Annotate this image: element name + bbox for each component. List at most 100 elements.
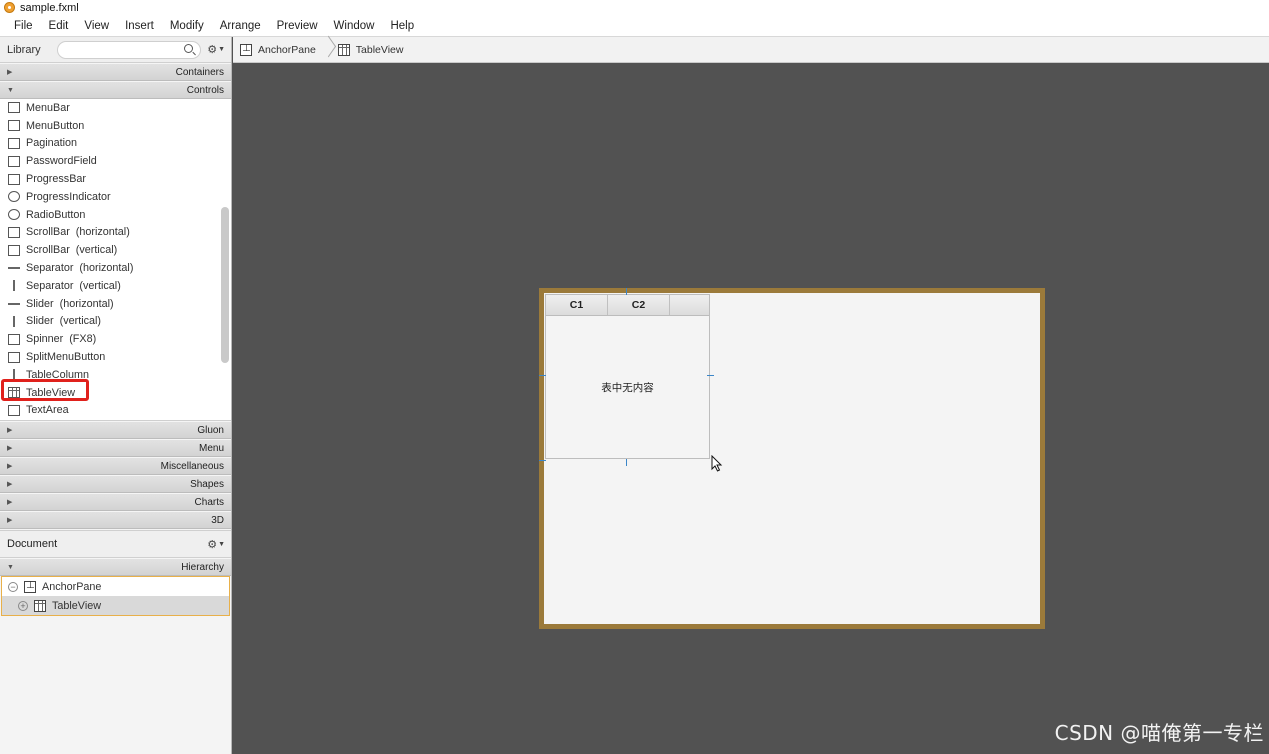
library-item-splitmenubutton[interactable]: SplitMenuButton: [0, 348, 231, 366]
menu-insert[interactable]: Insert: [117, 20, 162, 32]
section-controls[interactable]: ▼ Controls: [0, 81, 231, 99]
library-item-scrollbar-horizontal[interactable]: ScrollBar (horizontal): [0, 224, 231, 242]
menu-bar: File Edit View Insert Modify Arrange Pre…: [0, 15, 1269, 37]
library-item-separator-vertical[interactable]: Separator (vertical): [0, 277, 231, 295]
slider-horizontal-icon: [8, 302, 20, 305]
collapsed-arrow-icon: ▶: [7, 69, 13, 76]
hierarchy-tree: − AnchorPane + TableView: [1, 576, 230, 616]
controls-scrollbar-thumb[interactable]: [221, 207, 229, 363]
section-gluon[interactable]: ▶ Gluon: [0, 421, 231, 439]
breadcrumb-item-anchorpane[interactable]: AnchorPane: [240, 43, 316, 56]
tableview-icon: [8, 387, 20, 399]
scrollbar-vertical-icon: [8, 244, 20, 256]
table-view-preview[interactable]: C1 C2 表中无内容: [545, 294, 710, 459]
section-label: Hierarchy: [181, 561, 224, 573]
title-bar: sample.fxml: [0, 0, 1269, 15]
collapsed-arrow-icon: ▶: [7, 427, 13, 434]
menu-preview[interactable]: Preview: [269, 20, 326, 32]
progressbar-icon: [8, 173, 20, 185]
section-3d[interactable]: ▶ 3D: [0, 511, 231, 529]
library-item-spinner[interactable]: Spinner (FX8): [0, 330, 231, 348]
menu-view[interactable]: View: [76, 20, 117, 32]
section-containers[interactable]: ▶ Containers: [0, 63, 231, 81]
library-item-scrollbar-vertical[interactable]: ScrollBar (vertical): [0, 241, 231, 259]
column-header-c1[interactable]: C1: [546, 295, 608, 315]
collapsed-arrow-icon: ▶: [7, 499, 13, 506]
library-header: Library ⚙ ▼: [0, 37, 231, 63]
column-header-c2[interactable]: C2: [608, 295, 670, 315]
separator-horizontal-icon: [8, 267, 20, 270]
left-panel: Library ⚙ ▼ ▶ Containers ▼ Controls MenuB…: [0, 37, 232, 754]
library-item-progressindicator[interactable]: ProgressIndicator: [0, 188, 231, 206]
section-label: Containers: [175, 66, 224, 78]
table-placeholder: 表中无内容: [601, 381, 654, 394]
resize-handle-top[interactable]: [626, 288, 627, 295]
library-item-tableview[interactable]: TableView: [0, 384, 231, 402]
section-miscellaneous[interactable]: ▶ Miscellaneous: [0, 457, 231, 475]
section-label: Shapes: [190, 478, 224, 490]
textarea-icon: [8, 404, 20, 416]
collapsed-arrow-icon: ▶: [7, 481, 13, 488]
menu-arrange[interactable]: Arrange: [212, 20, 269, 32]
section-label: Charts: [194, 496, 224, 508]
resize-handle-bottom-left[interactable]: [539, 460, 546, 461]
table-header: C1 C2: [546, 295, 709, 316]
menu-window[interactable]: Window: [326, 20, 383, 32]
tableview-icon: [337, 43, 350, 56]
library-item-slider-vertical[interactable]: Slider (vertical): [0, 313, 231, 331]
section-shapes[interactable]: ▶ Shapes: [0, 475, 231, 493]
collapse-toggle-icon[interactable]: −: [8, 581, 18, 592]
resize-handle-bottom[interactable]: [626, 459, 627, 466]
library-item-slider-horizontal[interactable]: Slider (horizontal): [0, 295, 231, 313]
menu-help[interactable]: Help: [382, 20, 422, 32]
gear-icon: ⚙: [207, 44, 218, 56]
breadcrumb-item-tableview[interactable]: TableView: [337, 43, 403, 56]
section-hierarchy[interactable]: ▼ Hierarchy: [0, 558, 231, 576]
library-item-pagination[interactable]: Pagination: [0, 135, 231, 153]
menubar-icon: [8, 102, 20, 114]
dropdown-arrow-icon: ▼: [218, 46, 225, 53]
resize-handle-left[interactable]: [539, 375, 546, 376]
anchor-pane-preview[interactable]: C1 C2 表中无内容: [539, 288, 1045, 629]
collapsed-arrow-icon: ▶: [7, 463, 13, 470]
section-menu[interactable]: ▶ Menu: [0, 439, 231, 457]
library-item-textarea[interactable]: TextArea: [0, 402, 231, 420]
window-title: sample.fxml: [20, 1, 79, 14]
library-item-progressbar[interactable]: ProgressBar: [0, 170, 231, 188]
radiobutton-icon: [8, 209, 20, 221]
section-label: Gluon: [197, 424, 224, 436]
menu-edit[interactable]: Edit: [41, 20, 77, 32]
search-icon: [183, 43, 193, 53]
tree-item-tableview[interactable]: + TableView: [2, 596, 229, 615]
spinner-icon: [8, 333, 20, 345]
library-item-separator-horizontal[interactable]: Separator (horizontal): [0, 259, 231, 277]
section-charts[interactable]: ▶ Charts: [0, 493, 231, 511]
library-settings-button[interactable]: ⚙ ▼: [207, 43, 225, 56]
anchorpane-icon: [240, 43, 252, 56]
breadcrumb-separator-icon: [322, 37, 332, 63]
app-icon: [4, 2, 15, 13]
scrollbar-horizontal-icon: [8, 226, 20, 238]
library-item-passwordfield[interactable]: PasswordField: [0, 152, 231, 170]
section-label: Miscellaneous: [160, 460, 224, 472]
column-header-filler: [670, 295, 709, 315]
controls-list: MenuBar MenuButton Pagination PasswordFi…: [0, 99, 231, 421]
gear-icon: ⚙: [207, 538, 218, 551]
menu-file[interactable]: File: [6, 20, 41, 32]
tree-item-anchorpane[interactable]: − AnchorPane: [2, 577, 229, 596]
tableview-icon: [34, 599, 46, 612]
library-search-input[interactable]: [65, 41, 186, 58]
library-item-menubar[interactable]: MenuBar: [0, 99, 231, 117]
library-search[interactable]: [56, 40, 201, 59]
document-settings-button[interactable]: ⚙ ▼: [207, 538, 225, 551]
anchorpane-icon: [24, 580, 36, 593]
design-canvas[interactable]: C1 C2 表中无内容 CSDN @喵俺第一专栏: [233, 64, 1269, 754]
expand-toggle-icon[interactable]: +: [18, 600, 28, 611]
library-item-menubutton[interactable]: MenuButton: [0, 117, 231, 135]
menu-modify[interactable]: Modify: [162, 20, 212, 32]
library-item-radiobutton[interactable]: RadioButton: [0, 206, 231, 224]
watermark-text: CSDN @喵俺第一专栏: [1054, 721, 1264, 745]
resize-handle-right[interactable]: [707, 375, 714, 376]
library-item-tablecolumn[interactable]: TableColumn: [0, 366, 231, 384]
collapsed-arrow-icon: ▶: [7, 445, 13, 452]
